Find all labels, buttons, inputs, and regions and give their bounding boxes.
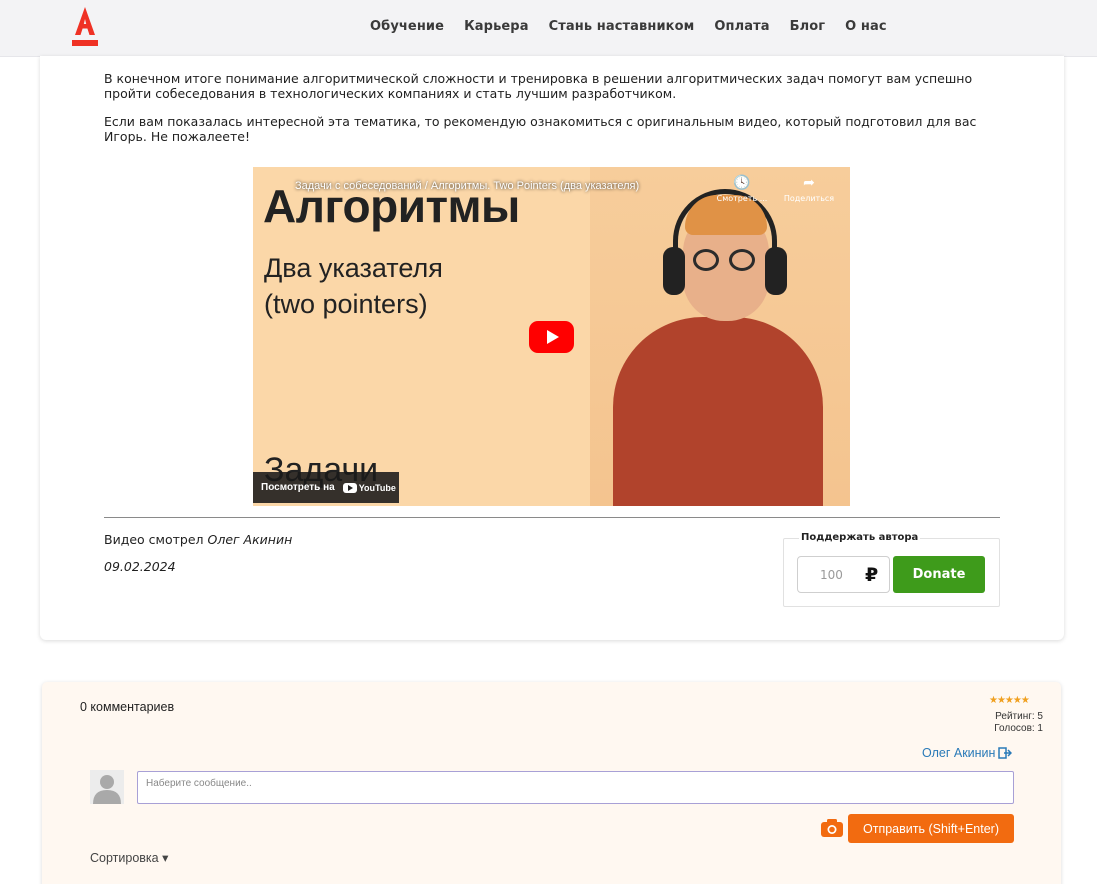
comments-count: 0 комментариев — [80, 700, 175, 714]
glasses-lens-right — [729, 249, 755, 271]
ruble-icon: ₽ — [865, 564, 879, 586]
watch-on-label: Посмотреть на — [261, 482, 335, 493]
nav-item-blog[interactable]: Блог — [790, 19, 826, 34]
rating-value: Рейтинг: 5 — [995, 711, 1043, 722]
article-paragraph: В конечном итоге понимание алгоритмическ… — [104, 71, 973, 101]
video-title[interactable]: Задачи с собеседований / Алгоритмы. Two … — [295, 180, 639, 192]
main-nav: Обучение Карьера Стань наставником Оплат… — [370, 19, 907, 34]
youtube-logo-icon: YouTube — [342, 482, 396, 493]
sort-dropdown[interactable]: Сортировка ▾ — [90, 850, 168, 865]
donate-amount-input[interactable]: 100 ₽ — [797, 556, 890, 593]
youtube-video-embed[interactable]: Алгоритмы Задачи с собеседований / Алгор… — [253, 167, 850, 506]
youtube-wordmark: YouTube — [358, 482, 396, 493]
support-author-label: Поддержать автора — [799, 532, 921, 543]
sign-out-icon[interactable] — [998, 747, 1013, 759]
viewed-by: Видео смотрел Олег Акинин — [104, 532, 292, 547]
camera-icon[interactable] — [820, 818, 844, 838]
comments-section: 0 комментариев ★★★★★ Рейтинг: 5 Голосов:… — [42, 682, 1061, 884]
sort-label: Сортировка — [90, 851, 159, 865]
glasses-lens-left — [693, 249, 719, 271]
top-navigation-bar: Обучение Карьера Стань наставником Оплат… — [0, 0, 1097, 57]
headphone-left — [663, 247, 685, 295]
divider — [104, 517, 1000, 518]
watch-later-button[interactable]: 🕓 Смотреть ... — [712, 175, 772, 203]
viewed-prefix: Видео смотрел — [104, 532, 204, 547]
avatar-placeholder-icon — [90, 770, 124, 804]
viewed-user: Олег Акинин — [207, 532, 293, 547]
current-user-name: Олег Акинин — [922, 746, 996, 760]
nav-item-learning[interactable]: Обучение — [370, 19, 444, 34]
nav-item-payment[interactable]: Оплата — [714, 19, 769, 34]
watch-on-youtube-button[interactable]: Посмотреть на YouTube — [253, 472, 399, 503]
thumbnail-line: (two pointers) — [264, 289, 428, 319]
send-comment-button[interactable]: Отправить (Shift+Enter) — [848, 814, 1014, 843]
donate-amount-placeholder: 100 — [820, 568, 843, 582]
nav-item-career[interactable]: Карьера — [464, 19, 529, 34]
comment-message-input[interactable]: Наберите сообщение.. — [137, 771, 1014, 804]
rating-stars-icon[interactable]: ★★★★★ — [989, 695, 1030, 706]
share-arrow-icon: ➦ — [803, 175, 815, 191]
article-paragraph: Если вам показалась интересной эта темат… — [104, 114, 977, 144]
article-card: В конечном итоге понимание алгоритмическ… — [40, 56, 1064, 640]
play-button-icon[interactable] — [529, 321, 574, 353]
share-button[interactable]: ➦ Поделиться — [779, 175, 839, 203]
publish-date: 09.02.2024 — [104, 559, 176, 574]
alfa-logo-icon[interactable] — [71, 7, 99, 47]
watch-later-label: Смотреть ... — [716, 194, 768, 203]
current-user-link[interactable]: Олег Акинин — [922, 746, 1013, 760]
rating-summary: Рейтинг: 5 Голосов: 1 — [994, 711, 1043, 735]
thumbnail-person-shirt — [613, 317, 823, 506]
thumbnail-line: Два указателя — [264, 253, 443, 283]
headphone-right — [765, 247, 787, 295]
nav-item-about[interactable]: О нас — [845, 19, 887, 34]
clock-icon: 🕓 — [733, 175, 751, 191]
page: Обучение Карьера Стань наставником Оплат… — [0, 0, 1097, 884]
share-label: Поделиться — [783, 194, 835, 203]
nav-item-mentor[interactable]: Стань наставником — [549, 19, 695, 34]
caret-down-icon: ▾ — [162, 851, 169, 865]
votes-count: Голосов: 1 — [994, 723, 1043, 734]
donate-button[interactable]: Donate — [893, 556, 985, 593]
